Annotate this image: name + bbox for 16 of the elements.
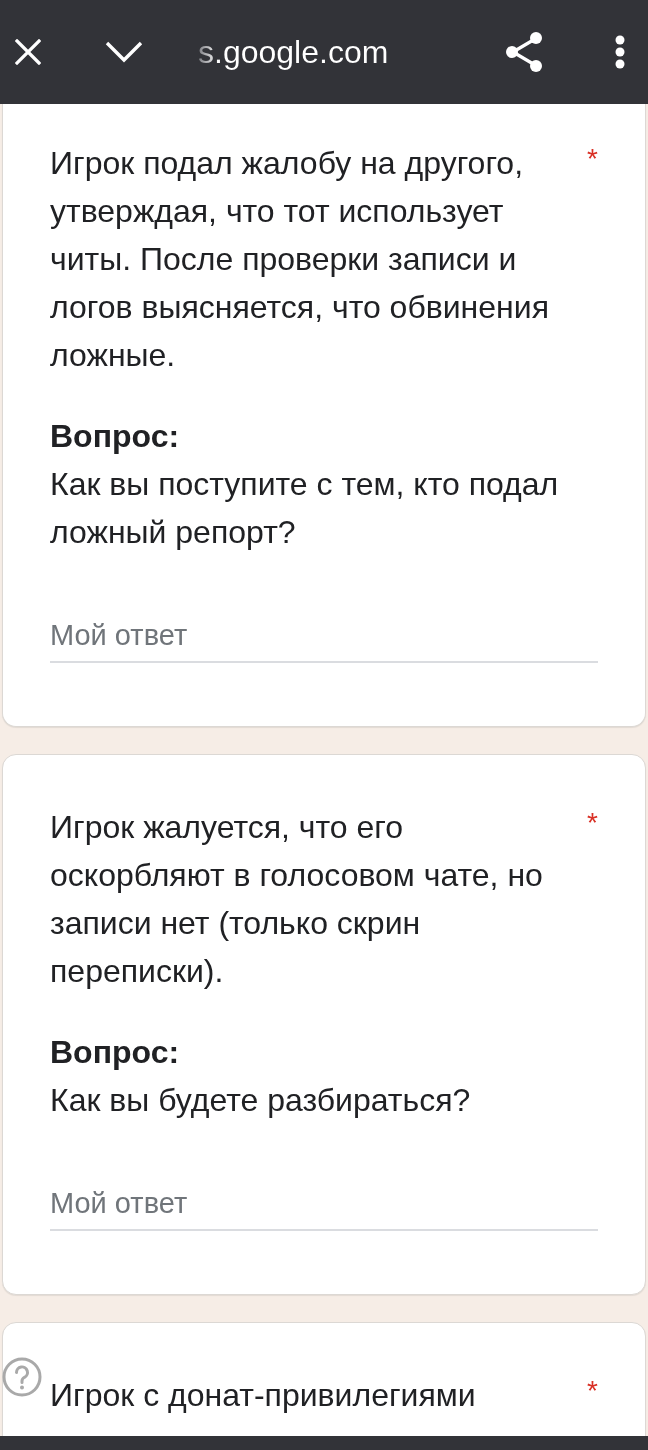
answer-field[interactable]: Мой ответ	[50, 1179, 598, 1231]
chevron-down-icon[interactable]	[105, 41, 143, 63]
close-icon[interactable]	[15, 39, 41, 65]
question-text: Как вы будете разбираться?	[50, 1081, 472, 1120]
question-label: Вопрос:	[50, 1033, 181, 1072]
question-description: Игрок с донат-привилегиями	[50, 1376, 477, 1415]
answer-field[interactable]: Мой ответ	[50, 611, 598, 663]
required-mark: *	[587, 1375, 598, 1407]
menu-icon[interactable]	[615, 35, 625, 69]
required-mark: *	[587, 807, 598, 839]
question-description: Игрок подал жалобу на другого, утверждая, что тот использует читы. После проверки записи и логов выясняется, что обвинения ложные.	[50, 144, 550, 375]
question-text: Как вы поступите с тем, кто подал ложный репорт?	[50, 465, 560, 552]
question-description: Игрок жалуется, что его оскорбляют в голосовом чате, но записи нет (только скрин переписки).	[50, 808, 544, 991]
question-label: Вопрос:	[50, 417, 181, 456]
required-mark: *	[587, 143, 598, 175]
share-icon[interactable]	[505, 32, 543, 72]
